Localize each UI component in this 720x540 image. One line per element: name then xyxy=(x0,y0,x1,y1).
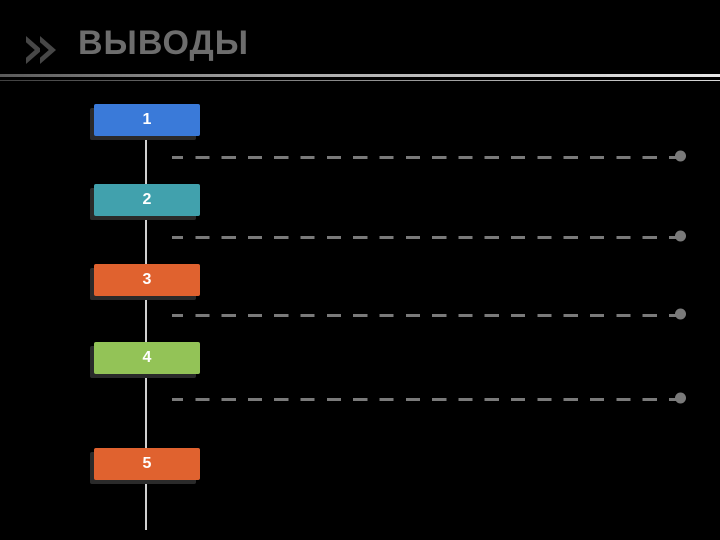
list-item: 1 xyxy=(0,104,720,152)
slide: ВЫВОДЫ 1 2 3 xyxy=(0,0,720,540)
connector-dot-icon xyxy=(675,231,686,242)
number-label: 2 xyxy=(143,191,152,209)
number-block: 5 xyxy=(94,448,200,480)
connector-line xyxy=(172,156,676,159)
slide-content: 1 2 3 4 5 xyxy=(0,94,720,540)
connector-dot-icon xyxy=(675,393,686,404)
number-block: 3 xyxy=(94,264,200,296)
number-label: 5 xyxy=(143,455,152,473)
connector-dot-icon xyxy=(675,151,686,162)
connector-line xyxy=(172,314,676,317)
number-label: 1 xyxy=(143,111,152,129)
connector-line xyxy=(172,398,676,401)
list-item: 5 xyxy=(0,448,720,496)
connector-dot-icon xyxy=(675,309,686,320)
number-block: 2 xyxy=(94,184,200,216)
slide-title: ВЫВОДЫ xyxy=(78,24,249,63)
number-label: 4 xyxy=(143,349,152,367)
number-block: 1 xyxy=(94,104,200,136)
list-item: 4 xyxy=(0,342,720,390)
connector-line xyxy=(172,236,676,239)
number-label: 3 xyxy=(143,271,152,289)
number-block: 4 xyxy=(94,342,200,374)
list-item: 2 xyxy=(0,184,720,232)
header-rule-thick xyxy=(0,74,720,77)
header-rule-thin xyxy=(0,80,720,81)
slide-header: ВЫВОДЫ xyxy=(0,30,720,82)
list-item: 3 xyxy=(0,264,720,312)
